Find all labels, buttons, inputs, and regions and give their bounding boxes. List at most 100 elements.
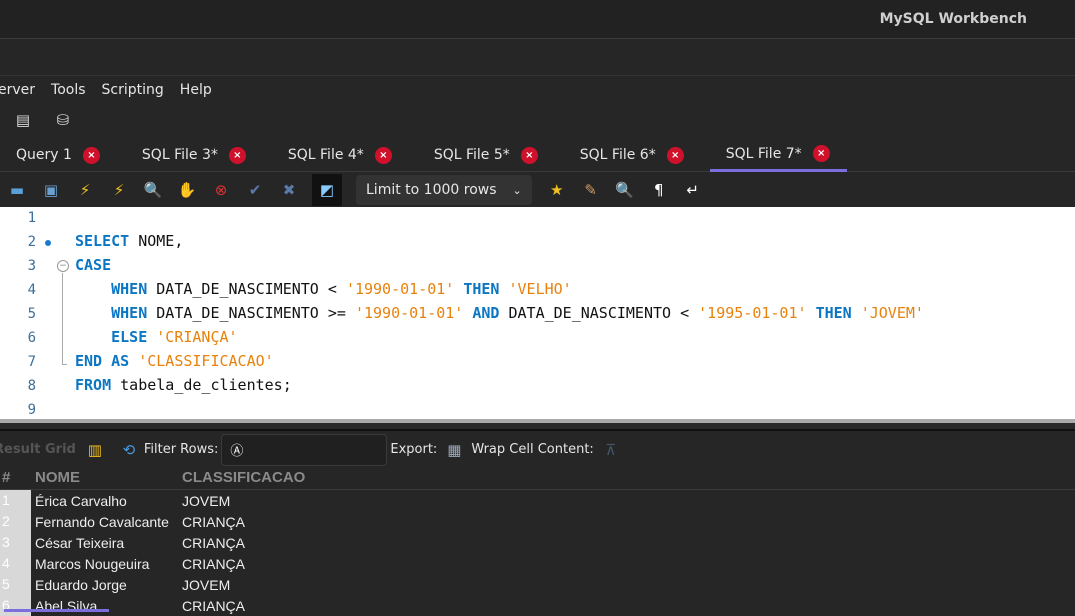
column-header[interactable]: # xyxy=(0,469,31,486)
code-line: FROM tabela_de_clientes; xyxy=(75,376,292,394)
refresh-icon[interactable]: ⟲ xyxy=(118,439,140,461)
cell[interactable]: 3 xyxy=(0,532,31,553)
grid-icon[interactable]: ▥ xyxy=(84,439,106,461)
cell[interactable]: CRIANÇA xyxy=(178,535,298,551)
tab-label: SQL File 4* xyxy=(287,147,364,163)
open-folder-icon[interactable]: ▬ xyxy=(6,179,28,201)
close-icon[interactable]: × xyxy=(666,146,684,164)
main-toolbar: ▤ ⛁ xyxy=(0,103,1075,136)
commit-icon[interactable]: ✔ xyxy=(244,179,266,201)
close-icon[interactable]: × xyxy=(812,145,830,162)
table-row[interactable]: 3 César Teixeira CRIANÇA xyxy=(0,532,1075,553)
splitter[interactable] xyxy=(0,419,1075,431)
code-token: THEN xyxy=(815,304,852,322)
table-row[interactable]: 1 Érica Carvalho JOVEM xyxy=(0,490,1075,511)
tab-label: Query 1 xyxy=(16,147,72,163)
cell[interactable]: 1 xyxy=(0,490,31,511)
tab-2[interactable]: SQL File 4* × xyxy=(272,138,409,172)
column-header[interactable]: NOME xyxy=(31,469,178,486)
add-snippet-icon[interactable]: ★ xyxy=(546,179,568,201)
code-token: 'JOVEM' xyxy=(860,304,924,322)
close-icon[interactable]: × xyxy=(82,146,100,164)
cell[interactable]: Fernando Cavalcante xyxy=(31,514,178,530)
cell[interactable]: 5 xyxy=(0,574,31,595)
autocommit-icon[interactable]: ◩ xyxy=(312,174,342,206)
code-line: CASE xyxy=(75,256,111,274)
limit-rows-select[interactable]: Limit to 1000 rows ⌄ xyxy=(356,175,532,205)
code-token: DATA_DE_NASCIMENTO >= xyxy=(147,304,355,322)
code-token: 'CRIANÇA' xyxy=(156,328,238,346)
database-migration-icon[interactable]: ⛁ xyxy=(52,109,74,131)
cell[interactable]: Eduardo Jorge xyxy=(31,577,178,593)
cell[interactable]: Marcos Nougeuira xyxy=(31,556,178,572)
fold-icon[interactable]: − xyxy=(57,260,69,272)
table-row[interactable]: 5 Eduardo Jorge JOVEM xyxy=(0,574,1075,595)
breakpoint-dot[interactable] xyxy=(45,240,51,246)
grid-header: # NOME CLASSIFICACAO xyxy=(0,466,1075,490)
tab-0[interactable]: Query 1 × xyxy=(0,138,117,172)
cell[interactable]: Érica Carvalho xyxy=(31,493,178,509)
code-line: END AS 'CLASSIFICACAO' xyxy=(75,352,274,370)
tab-4[interactable]: SQL File 6* × xyxy=(564,138,701,172)
find-icon[interactable]: 🔍 xyxy=(614,179,636,201)
tab-5[interactable]: SQL File 7* × xyxy=(709,138,847,172)
menu-item[interactable]: Help xyxy=(180,77,212,102)
close-icon[interactable]: × xyxy=(374,146,392,164)
cell[interactable]: 6 xyxy=(0,595,31,616)
execute-current-icon[interactable]: ⚡ xyxy=(108,179,130,201)
result-tab-indicator xyxy=(4,609,109,612)
cell[interactable]: César Teixeira xyxy=(31,535,178,551)
code-line: ELSE 'CRIANÇA' xyxy=(75,328,238,346)
home-bar xyxy=(0,39,1075,76)
beautify-icon[interactable]: ✎ xyxy=(580,179,602,201)
filter-rows-input[interactable]: Ⓐ xyxy=(221,433,388,466)
sql-editor[interactable]: 1 2 SELECT NOME, 3 CASE 4 WHEN DATA_DE_NASCIM… xyxy=(0,207,1075,419)
tab-1[interactable]: SQL File 3* × xyxy=(126,138,263,172)
invisible-chars-icon[interactable]: ¶ xyxy=(648,179,670,201)
wrap-cell-icon[interactable]: ⊼ xyxy=(600,439,622,461)
inspector-icon[interactable]: ▤ xyxy=(12,109,34,131)
execute-icon[interactable]: ⚡ xyxy=(74,179,96,201)
cell[interactable]: CRIANÇA xyxy=(178,556,298,572)
export-icon[interactable]: ▦ xyxy=(443,439,465,461)
save-icon[interactable]: ▣ xyxy=(40,179,62,201)
cell[interactable]: CRIANÇA xyxy=(178,514,298,530)
code-line: WHEN DATA_DE_NASCIMENTO >= '1990-01-01' … xyxy=(75,304,924,322)
tab-label: SQL File 7* xyxy=(725,145,802,162)
rollback-icon[interactable]: ✖ xyxy=(278,179,300,201)
code-token: AS xyxy=(111,352,130,370)
stop-on-error-icon[interactable]: ⊗ xyxy=(210,179,232,201)
code-token: 'CLASSIFICACAO' xyxy=(138,352,274,370)
stop-icon[interactable]: ✋ xyxy=(176,179,198,201)
cell[interactable]: 2 xyxy=(0,511,31,532)
result-grid: # NOME CLASSIFICACAO 1 Érica Carvalho JOVEM 2 F… xyxy=(0,466,1075,616)
table-row[interactable]: 4 Marcos Nougeuira CRIANÇA xyxy=(0,553,1075,574)
explain-icon[interactable]: 🔍 xyxy=(142,179,164,201)
menu-item[interactable]: Tools xyxy=(51,77,86,102)
editor-tabs: Query 1 × SQL File 3* × SQL File 4* × SQL File… xyxy=(0,138,1075,172)
column-header[interactable]: CLASSIFICACAO xyxy=(178,469,305,486)
cell[interactable]: 4 xyxy=(0,553,31,574)
result-grid-label: Result Grid xyxy=(0,442,76,457)
export-label: Export: xyxy=(390,442,438,457)
cell[interactable]: CRIANÇA xyxy=(178,598,298,614)
wrap-lines-icon[interactable]: ↵ xyxy=(682,179,704,201)
code-line: WHEN DATA_DE_NASCIMENTO < '1990-01-01' T… xyxy=(75,280,572,298)
close-icon[interactable]: × xyxy=(520,146,538,164)
code-token: 'VELHO' xyxy=(508,280,572,298)
code-token: ELSE xyxy=(111,328,148,346)
code-token: FROM xyxy=(75,376,112,394)
menu-item[interactable]: Scripting xyxy=(102,77,164,102)
tab-3[interactable]: SQL File 5* × xyxy=(418,138,555,172)
code-token: CASE xyxy=(75,256,112,274)
table-row[interactable]: 2 Fernando Cavalcante CRIANÇA xyxy=(0,511,1075,532)
close-icon[interactable]: × xyxy=(228,146,246,164)
cell[interactable]: JOVEM xyxy=(178,493,298,509)
line-number: 1 xyxy=(27,210,36,226)
cell[interactable]: JOVEM xyxy=(178,577,298,593)
tab-label: SQL File 5* xyxy=(433,147,510,163)
menu-item[interactable]: erver xyxy=(0,77,35,102)
table-row[interactable]: 6 Abel Silva CRIANÇA xyxy=(0,595,1075,616)
